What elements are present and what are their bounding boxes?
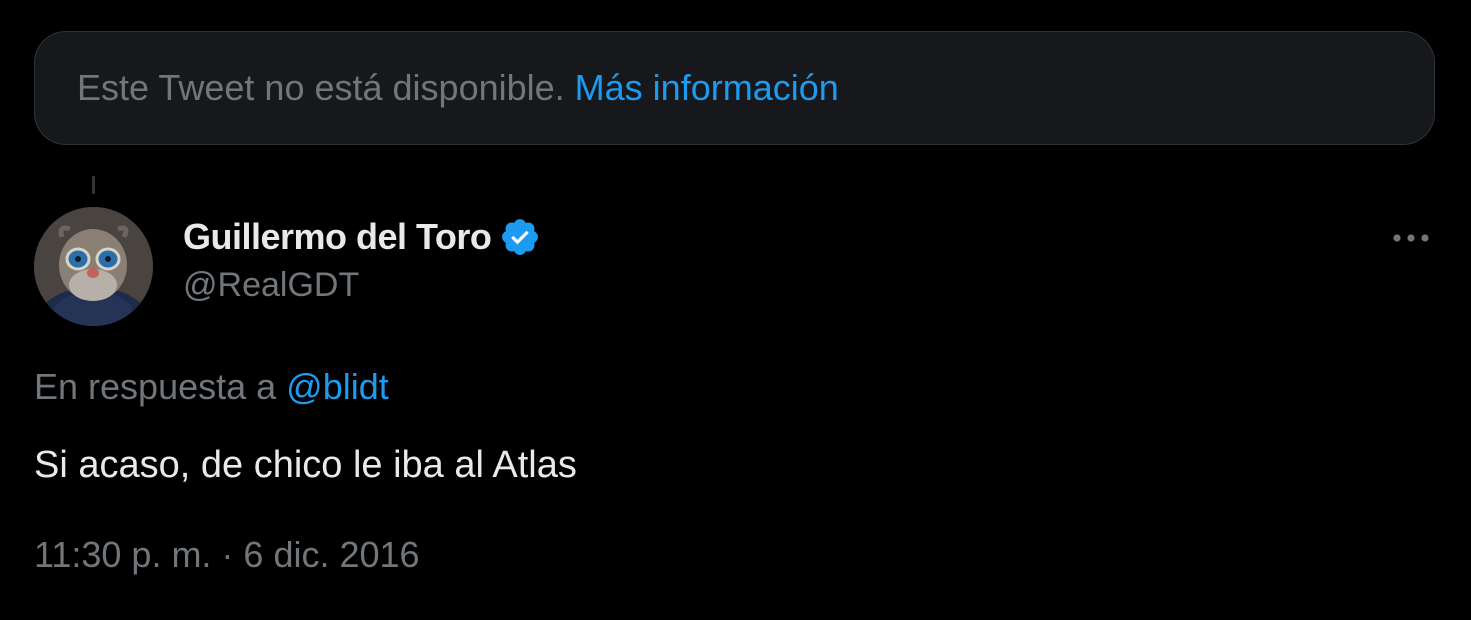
author-name-row: Guillermo del Toro: [183, 212, 541, 262]
author-handle[interactable]: @RealGDT: [183, 266, 541, 305]
reply-prefix: En respuesta a: [34, 366, 287, 407]
tweet-timestamp[interactable]: 11:30 p. m. · 6 dic. 2016: [34, 534, 420, 576]
avatar[interactable]: [34, 207, 153, 326]
reply-mention-link[interactable]: @blidt: [286, 366, 389, 407]
unavailable-text: Este Tweet no está disponible.: [77, 67, 565, 108]
tweet-author: Guillermo del Toro @RealGDT: [183, 212, 541, 305]
learn-more-link[interactable]: Más información: [575, 67, 839, 109]
reply-context: En respuesta a @blidt: [34, 366, 389, 408]
verified-badge-icon: [502, 219, 539, 255]
unavailable-notice: Este Tweet no está disponible. Más infor…: [34, 31, 1435, 145]
tweet-text: Si acaso, de chico le iba al Atlas: [34, 444, 577, 486]
avatar-icon: [34, 207, 153, 326]
more-horizontal-icon: [1393, 234, 1429, 242]
thread-connector-line: [92, 176, 95, 194]
author-display-name[interactable]: Guillermo del Toro: [183, 216, 492, 258]
more-options-button[interactable]: [1386, 220, 1436, 256]
